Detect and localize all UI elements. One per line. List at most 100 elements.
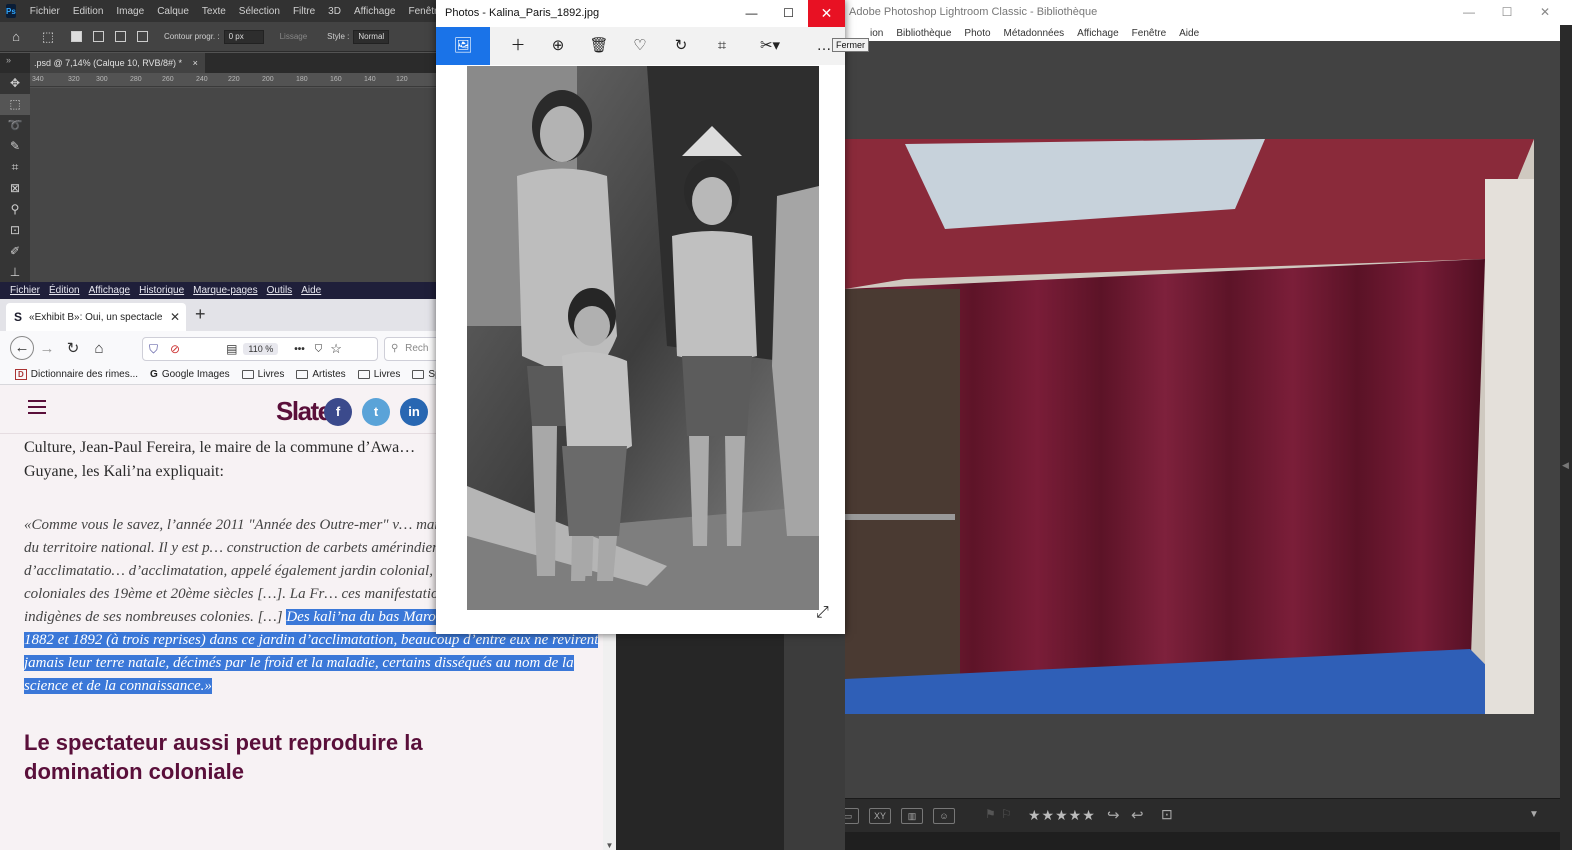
home-icon[interactable]: ⌂ bbox=[86, 340, 112, 357]
filmstrip-collapsed[interactable] bbox=[845, 832, 1560, 850]
search-box[interactable]: ⚲ Rech bbox=[384, 337, 444, 361]
ps-menu-image[interactable]: Image bbox=[116, 6, 144, 17]
rotate-left-icon[interactable]: ↪ bbox=[1107, 806, 1120, 824]
intersect-selection-icon[interactable] bbox=[137, 31, 148, 42]
new-selection-icon[interactable] bbox=[71, 31, 82, 42]
home-icon[interactable]: ⌂ bbox=[9, 29, 23, 44]
reader-view-icon[interactable]: ▤ bbox=[226, 342, 237, 356]
ps-menu-fichier[interactable]: Fichier bbox=[30, 6, 60, 17]
zoom-level-badge[interactable]: 110 % bbox=[243, 343, 279, 355]
lr-menu-fenetre[interactable]: Fenêtre bbox=[1132, 28, 1166, 39]
crop-icon[interactable]: ⌗ bbox=[702, 27, 742, 65]
ps-menu-3d[interactable]: 3D bbox=[328, 6, 341, 17]
ff-menu-affichage[interactable]: Affichage bbox=[89, 285, 131, 296]
back-arrow-icon[interactable]: ← bbox=[10, 336, 34, 360]
lr-menu-edition[interactable]: ion bbox=[870, 28, 883, 39]
photos-close-button[interactable]: ✕ bbox=[808, 0, 845, 27]
bookmark-folder-livres[interactable]: Livres bbox=[241, 369, 284, 380]
pocket-icon[interactable]: ⛉ bbox=[315, 344, 323, 355]
crop-icon[interactable]: ⌗ bbox=[0, 157, 30, 178]
feather-input[interactable]: 0 px bbox=[223, 29, 264, 44]
delete-icon[interactable]: 🗑 bbox=[579, 27, 619, 65]
stamp-icon[interactable]: ⊥ bbox=[0, 262, 30, 282]
ps-menu-edition[interactable]: Edition bbox=[73, 6, 104, 17]
brush-icon[interactable]: ✐ bbox=[0, 241, 30, 262]
quick-select-icon[interactable]: ✎ bbox=[0, 136, 30, 157]
ff-menu-marque-pages[interactable]: Marque-pages bbox=[193, 285, 257, 296]
move-tool-icon[interactable]: ✥ bbox=[0, 73, 30, 94]
ff-menu-outils[interactable]: Outils bbox=[267, 285, 293, 296]
crop-overlay-icon[interactable]: ⊡ bbox=[1161, 806, 1173, 823]
photoshop-canvas[interactable] bbox=[30, 88, 436, 282]
marquee-tool-icon[interactable]: ⬚ bbox=[41, 29, 55, 44]
style-select[interactable]: Normal bbox=[353, 29, 390, 44]
ff-menu-aide[interactable]: Aide bbox=[301, 285, 321, 296]
right-panel-collapsed[interactable]: ◀ bbox=[1560, 25, 1572, 850]
loupe-view-icon[interactable]: ▭ bbox=[845, 808, 859, 824]
lr-menu-bibliotheque[interactable]: Bibliothèque bbox=[896, 28, 951, 39]
flag-icon[interactable]: ⚑ bbox=[985, 807, 996, 821]
url-bar[interactable]: ⛉ ⊘ ▤ 110 % ••• ⛉ ☆ bbox=[142, 337, 378, 361]
ff-menu-historique[interactable]: Historique bbox=[139, 285, 184, 296]
scroll-down-arrow-icon[interactable]: ▼ bbox=[603, 841, 616, 850]
ps-menu-selection[interactable]: Sélection bbox=[239, 6, 280, 17]
ps-menu-calque[interactable]: Calque bbox=[157, 6, 189, 17]
lr-menu-aide[interactable]: Aide bbox=[1179, 28, 1199, 39]
add-selection-icon[interactable] bbox=[93, 31, 104, 42]
bookmark-folder-livres-2[interactable]: Livres bbox=[357, 369, 400, 380]
lr-maximize-button[interactable]: ☐ bbox=[1487, 0, 1527, 25]
tab-close-icon[interactable]: ✕ bbox=[170, 310, 180, 324]
patch-icon[interactable]: ⊡ bbox=[0, 220, 30, 241]
lasso-icon[interactable]: ➰ bbox=[0, 115, 30, 136]
facebook-share-icon[interactable]: f bbox=[324, 398, 352, 426]
twitter-share-icon[interactable]: t bbox=[362, 398, 390, 426]
lr-menu-photo[interactable]: Photo bbox=[964, 28, 990, 39]
slate-logo[interactable]: Slate bbox=[276, 396, 332, 427]
add-to-icon[interactable]: ＋ bbox=[498, 27, 538, 65]
expand-right-panel-icon[interactable]: ◀ bbox=[1562, 460, 1569, 471]
survey-view-icon[interactable]: ▥ bbox=[901, 808, 923, 824]
ps-menu-texte[interactable]: Texte bbox=[202, 6, 226, 17]
ps-menu-fenetre[interactable]: Fenêtre bbox=[408, 6, 436, 17]
document-tab[interactable]: .psd @ 7,14% (Calque 10, RVB/8#) * × bbox=[30, 53, 205, 73]
zoom-icon[interactable]: ⊕ bbox=[538, 27, 578, 65]
tracking-shield-icon[interactable]: ⛉ bbox=[149, 342, 158, 357]
bookmark-folder-artistes[interactable]: Artistes bbox=[296, 369, 346, 380]
ps-menu-filtre[interactable]: Filtre bbox=[293, 6, 315, 17]
favorite-heart-icon[interactable]: ♡ bbox=[620, 27, 660, 65]
reload-icon[interactable]: ↻ bbox=[60, 339, 86, 357]
browser-tab-active[interactable]: S «Exhibit B»: Oui, un spectacle c ✕ bbox=[6, 303, 186, 331]
bookmark-star-icon[interactable]: ☆ bbox=[330, 341, 342, 357]
page-actions-icon[interactable]: ••• bbox=[294, 344, 305, 355]
lr-close-button[interactable]: ✕ bbox=[1525, 0, 1565, 25]
rating-stars[interactable]: ★★★★★ bbox=[1028, 807, 1096, 824]
lr-minimize-button[interactable]: — bbox=[1449, 0, 1489, 25]
document-tab-close-icon[interactable]: × bbox=[193, 58, 198, 68]
lr-menu-metadonnees[interactable]: Métadonnées bbox=[1004, 28, 1065, 39]
fullscreen-expand-icon[interactable]: ⤢ bbox=[816, 604, 829, 622]
hamburger-menu-icon[interactable] bbox=[28, 400, 46, 414]
people-view-icon[interactable]: ☺ bbox=[933, 808, 955, 824]
frame-icon[interactable]: ⊠ bbox=[0, 178, 30, 199]
toolbar-menu-icon[interactable]: ▼ bbox=[1529, 809, 1539, 820]
blocked-permission-icon[interactable]: ⊘ bbox=[170, 342, 180, 356]
ff-menu-edition[interactable]: Édition bbox=[49, 285, 80, 296]
linkedin-share-icon[interactable]: in bbox=[400, 398, 428, 426]
bookmark-dictionnaire[interactable]: D Dictionnaire des rimes... bbox=[15, 369, 138, 380]
panel-collapse-icon[interactable]: » bbox=[6, 55, 11, 65]
subtract-selection-icon[interactable] bbox=[115, 31, 126, 42]
photos-maximize-button[interactable]: ☐ bbox=[770, 0, 807, 27]
marquee-icon[interactable]: ⬚ bbox=[0, 94, 30, 115]
rotate-right-icon[interactable]: ↩ bbox=[1131, 806, 1144, 824]
bookmark-google-images[interactable]: G Google Images bbox=[150, 369, 230, 380]
lightroom-loupe-area[interactable] bbox=[845, 41, 1560, 798]
compare-view-icon[interactable]: XY bbox=[869, 808, 891, 824]
antialias-checkbox[interactable]: Lissage bbox=[280, 32, 308, 41]
ps-menu-affichage[interactable]: Affichage bbox=[354, 6, 396, 17]
photos-minimize-button[interactable]: — bbox=[733, 0, 770, 27]
forward-arrow-icon[interactable]: → bbox=[34, 340, 60, 357]
edit-create-icon[interactable]: ✂▾ bbox=[750, 27, 790, 65]
see-all-photos-icon[interactable]: 🖼 bbox=[436, 27, 490, 65]
lr-menu-affichage[interactable]: Affichage bbox=[1077, 28, 1119, 39]
new-tab-button[interactable]: + bbox=[195, 304, 206, 325]
